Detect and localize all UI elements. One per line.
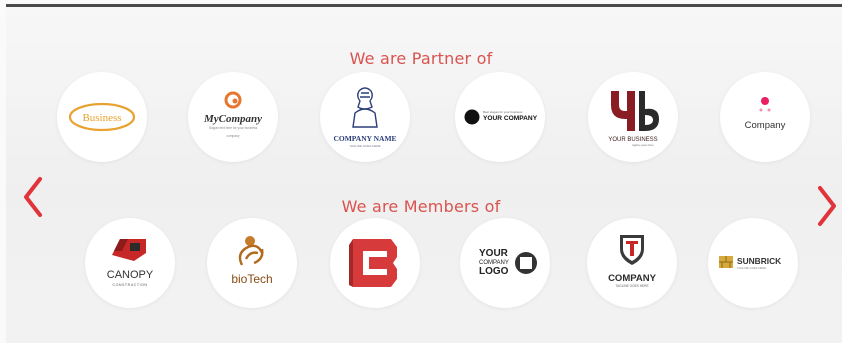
biotech-logo-text: bioTech bbox=[231, 272, 272, 286]
company-shield-logo-text: COMPANY bbox=[608, 273, 657, 284]
member-logo-canopy[interactable]: CANOPY CONSTRUCTION bbox=[85, 218, 175, 308]
b-logo-graphic bbox=[349, 239, 397, 287]
partner-logo-company-dots[interactable]: Company bbox=[720, 72, 810, 162]
company-name-logo-text: COMPANY NAME bbox=[333, 134, 396, 143]
member-logo-sunbrick[interactable]: SUNBRICK TAGLINE GOES HERE bbox=[708, 218, 798, 308]
canopy-sub-text: CONSTRUCTION bbox=[113, 283, 148, 287]
ycl-line-1: YOUR bbox=[479, 248, 509, 259]
business-logo-graphic: Business bbox=[68, 102, 136, 132]
member-logo-b[interactable] bbox=[330, 218, 420, 308]
company-shield-logo-graphic: COMPANY TAGLINE GOES HERE bbox=[608, 235, 657, 288]
your-business-logo-graphic: YOUR BUSINESS tagline goes here bbox=[608, 91, 659, 147]
company-name-logo-graphic: COMPANY NAME TAGLINE GOES HERE bbox=[333, 87, 397, 148]
partner-logo-business[interactable]: Business bbox=[57, 72, 147, 162]
black-dot-icon bbox=[464, 109, 480, 125]
canopy-house-icon bbox=[112, 239, 146, 261]
partners-row: Business MyCompany Slogan text here for … bbox=[0, 72, 842, 164]
biotech-leaf-icon bbox=[238, 236, 264, 266]
mycompany-logo-graphic: MyCompany Slogan text here for your busi… bbox=[203, 91, 262, 138]
members-section-title: We are Members of bbox=[341, 197, 501, 217]
mycompany-sub: company bbox=[227, 134, 240, 138]
sunbrick-logo-graphic: SUNBRICK TAGLINE GOES HERE bbox=[719, 256, 781, 270]
partner-logo-mycompany[interactable]: MyCompany Slogan text here for your busi… bbox=[188, 72, 278, 162]
canopy-logo-text: CANOPY bbox=[107, 269, 154, 281]
partners-section-title: We are Partner of bbox=[349, 49, 493, 69]
partner-logo-company-name[interactable]: COMPANY NAME TAGLINE GOES HERE bbox=[320, 72, 410, 162]
sunbrick-logo-text: SUNBRICK bbox=[737, 256, 781, 266]
square-circle-icon bbox=[515, 252, 537, 274]
your-company-logo-graphic: Best slogan for your business YOUR COMPA… bbox=[464, 109, 538, 125]
bottom-strip bbox=[6, 320, 842, 343]
page: We are Partner of Business MyCompany Slo… bbox=[0, 0, 842, 343]
dots-icon bbox=[759, 97, 771, 112]
ycl-line-3: LOGO bbox=[479, 266, 509, 277]
members-row: CANOPY CONSTRUCTION bioTech YOUR COMPANY… bbox=[0, 218, 842, 310]
canopy-logo-graphic: CANOPY CONSTRUCTION bbox=[107, 239, 154, 287]
business-logo-text: Business bbox=[82, 112, 121, 124]
sunbrick-icon bbox=[719, 256, 733, 268]
chevron-left-icon[interactable] bbox=[20, 175, 46, 219]
your-company-tagline: Best slogan for your business bbox=[483, 110, 523, 114]
company-shield-tagline: TAGLINE GOES HERE bbox=[615, 284, 648, 288]
yb-monogram-icon bbox=[611, 91, 659, 131]
your-business-tagline: tagline goes here bbox=[632, 143, 654, 147]
your-company-logo-text: YOUR COMPANY bbox=[483, 115, 538, 122]
company-dots-logo-text: Company bbox=[745, 120, 786, 131]
your-company-logo-graphic-2: YOUR COMPANY LOGO bbox=[479, 248, 537, 277]
classical-bust-icon bbox=[352, 87, 378, 128]
partner-logo-your-company[interactable]: Best slogan for your business YOUR COMPA… bbox=[455, 72, 545, 162]
mycompany-logo-text: MyCompany bbox=[203, 113, 262, 125]
member-logo-company-shield[interactable]: COMPANY TAGLINE GOES HERE bbox=[587, 218, 677, 308]
member-logo-biotech[interactable]: bioTech bbox=[207, 218, 297, 308]
mycompany-tagline: Slogan text here for your business bbox=[209, 126, 258, 130]
red-b-block-icon bbox=[349, 239, 397, 287]
biotech-logo-graphic: bioTech bbox=[231, 236, 273, 286]
sunbrick-tagline: TAGLINE GOES HERE bbox=[737, 266, 766, 270]
shield-icon bbox=[620, 235, 644, 265]
member-logo-your-company-logo[interactable]: YOUR COMPANY LOGO bbox=[460, 218, 550, 308]
company-name-tagline: TAGLINE GOES HERE bbox=[349, 144, 380, 148]
company-dots-logo-graphic: Company bbox=[745, 97, 786, 131]
partner-logo-your-business[interactable]: YOUR BUSINESS tagline goes here bbox=[588, 72, 678, 162]
